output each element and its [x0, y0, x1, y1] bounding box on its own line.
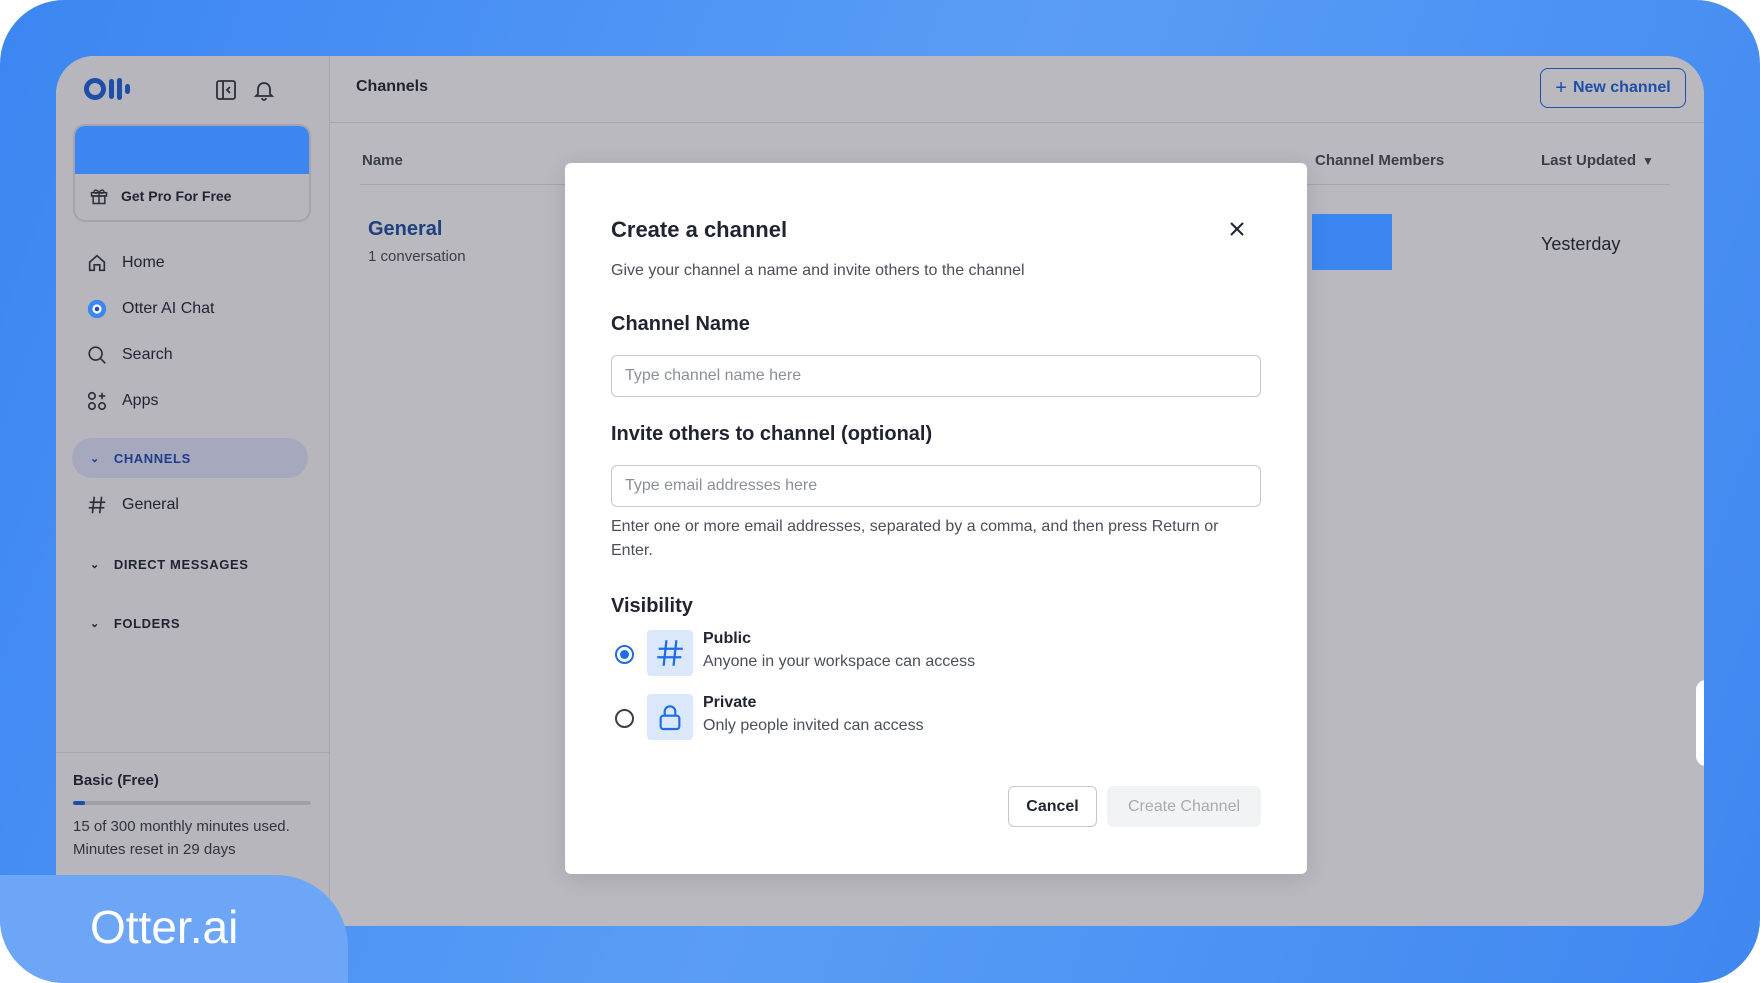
nav-otter-ai-chat[interactable]: Otter AI Chat — [86, 298, 214, 320]
brand-wordmark: Otter.ai — [90, 901, 239, 953]
close-icon[interactable] — [1225, 217, 1249, 241]
hash-icon — [647, 630, 693, 676]
new-channel-label: New channel — [1572, 79, 1671, 96]
nav-apps[interactable]: Apps — [86, 390, 158, 412]
channel-row-updated: Yesterday — [1541, 234, 1621, 254]
modal-subtitle: Give your channel a name and invite othe… — [611, 262, 1025, 279]
public-description: Anyone in your workspace can access — [703, 653, 976, 670]
public-title: Public — [703, 630, 752, 647]
gift-icon — [90, 189, 108, 205]
side-drawer-tab[interactable] — [1696, 680, 1704, 766]
plan-usage-text: 15 of 300 monthly minutes used. Minutes … — [73, 818, 290, 858]
create-channel-button[interactable]: Create Channel — [1107, 786, 1261, 827]
visibility-option-public[interactable]: Public Anyone in your workspace can acce… — [611, 630, 1261, 678]
channel-name-input[interactable] — [611, 355, 1261, 397]
direct-messages-section-toggle[interactable]: ⌄ DIRECT MESSAGES — [72, 544, 308, 584]
visibility-option-private[interactable]: Private Only people invited can access — [611, 694, 1261, 742]
background-frame: Get Pro For Free Home Otter AI Chat Sear… — [0, 0, 1760, 983]
new-channel-button[interactable]: + New channel — [1540, 68, 1686, 108]
channel-name-label: Channel Name — [611, 313, 750, 335]
folders-label: FOLDERS — [113, 615, 181, 631]
chevron-down-icon: ⌄ — [90, 558, 100, 571]
nav-search[interactable]: Search — [86, 344, 173, 366]
collapse-sidebar-icon[interactable] — [214, 78, 238, 102]
lock-icon — [647, 694, 693, 740]
home-icon — [88, 254, 106, 272]
plan-progress-bar — [73, 801, 311, 805]
apps-icon — [87, 391, 107, 411]
column-header-name[interactable]: Name — [362, 152, 403, 169]
private-description: Only people invited can access — [703, 717, 924, 734]
hash-icon — [88, 496, 106, 514]
column-header-last-updated-label: Last Updated — [1541, 152, 1637, 169]
invite-help-text: Enter one or more email addresses, separ… — [611, 518, 1219, 559]
otter-logo[interactable] — [84, 78, 130, 100]
chevron-down-icon: ⌄ — [90, 452, 100, 465]
channel-row-name[interactable]: General — [368, 218, 442, 241]
channels-section-label: CHANNELS — [113, 450, 191, 466]
cancel-button[interactable]: Cancel — [1008, 786, 1097, 827]
profile-redacted — [75, 126, 309, 174]
folders-section-toggle[interactable]: ⌄ FOLDERS — [72, 603, 308, 643]
chevron-down-icon: ⌄ — [90, 617, 100, 630]
nav-search-label: Search — [122, 346, 173, 363]
channels-section-toggle[interactable]: ⌄ CHANNELS — [72, 438, 308, 478]
sidebar-channel-general-label: General — [122, 496, 179, 513]
logo-bar — [109, 79, 114, 99]
logo-bar — [117, 78, 122, 100]
nav-home-label: Home — [122, 254, 165, 271]
private-radio[interactable] — [615, 709, 634, 728]
get-pro-link[interactable]: Get Pro For Free — [89, 186, 231, 206]
modal-title: Create a channel — [611, 217, 788, 242]
sort-caret-icon: ▼ — [1642, 153, 1654, 168]
column-header-last-updated[interactable]: Last Updated ▼ — [1541, 152, 1654, 169]
channel-row-subtitle: 1 conversation — [368, 248, 466, 265]
plan-progress-fill — [73, 801, 85, 805]
plan-title: Basic (Free) — [73, 772, 159, 789]
search-icon — [88, 346, 106, 364]
page-title: Channels — [356, 78, 429, 95]
visibility-label: Visibility — [611, 595, 693, 617]
app-window: Get Pro For Free Home Otter AI Chat Sear… — [56, 56, 1704, 926]
channel-members-redacted — [1312, 214, 1392, 270]
logo-circle — [84, 78, 106, 100]
logo-bar — [125, 84, 130, 94]
public-radio[interactable] — [615, 645, 634, 664]
sidebar-channel-general[interactable]: General — [86, 494, 179, 516]
profile-card[interactable]: Get Pro For Free — [73, 124, 311, 222]
otter-ai-chat-icon — [87, 299, 107, 319]
bell-icon[interactable] — [252, 78, 276, 102]
nav-apps-label: Apps — [122, 392, 159, 409]
private-title: Private — [703, 694, 757, 711]
plus-icon: + — [1555, 76, 1567, 99]
invite-label: Invite others to channel (optional) — [611, 423, 933, 445]
get-pro-label: Get Pro For Free — [121, 188, 232, 204]
header-divider — [330, 122, 1704, 123]
direct-messages-label: DIRECT MESSAGES — [113, 556, 249, 572]
invite-email-input[interactable] — [611, 465, 1261, 507]
sidebar: Get Pro For Free Home Otter AI Chat Sear… — [56, 56, 330, 926]
create-channel-modal: Create a channel Give your channel a nam… — [565, 163, 1307, 874]
nav-home[interactable]: Home — [86, 252, 165, 274]
column-header-members[interactable]: Channel Members — [1315, 152, 1444, 169]
nav-otter-ai-chat-label: Otter AI Chat — [122, 300, 215, 317]
